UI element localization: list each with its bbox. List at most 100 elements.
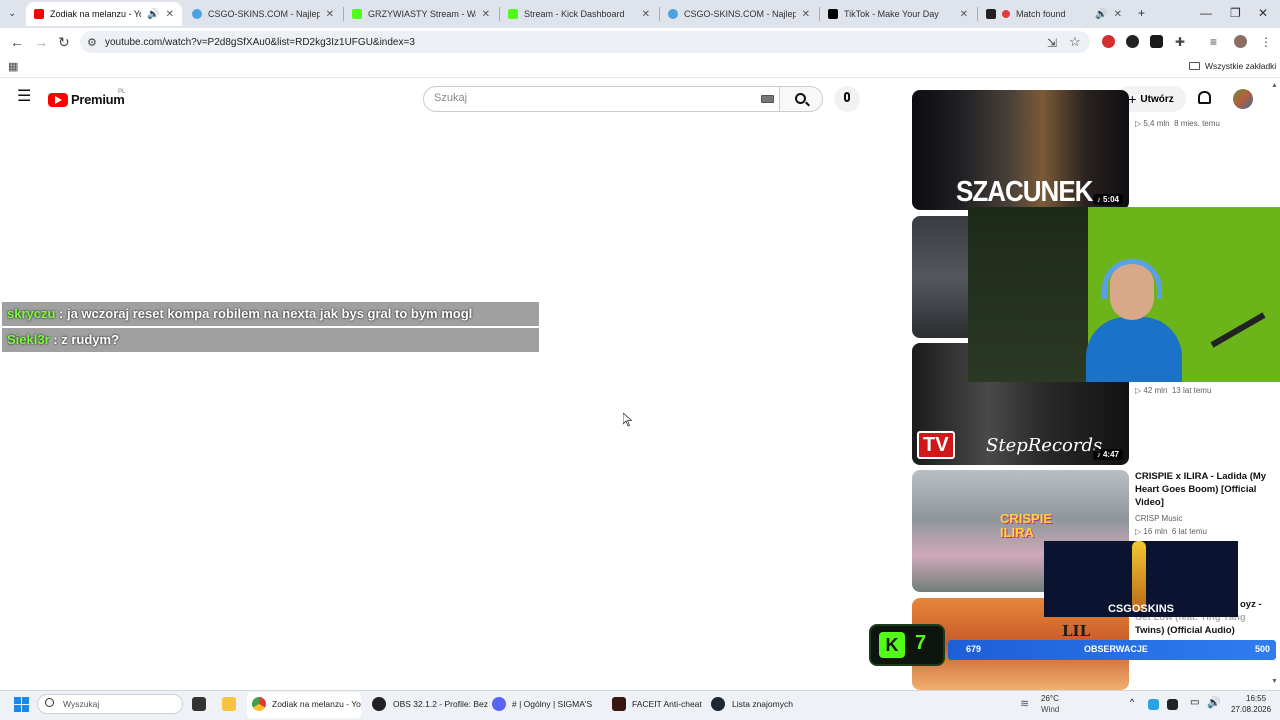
url-text[interactable]: youtube.com/watch?v=P2d8gSfXAu0&list=RD2… [105, 37, 415, 48]
video-thumbnail[interactable]: SZACUNEK ♪ 5:04 [912, 90, 1129, 210]
faceit-favicon-icon [986, 9, 996, 19]
goal-current: 679 [966, 644, 982, 654]
tab-youtube[interactable]: Zodiak na melanzu - YouTu 🔊 ✕ [26, 2, 182, 26]
create-label: Utwórz [1140, 93, 1174, 105]
video-meta: ▷ 16 mln 6 lat temu [1135, 527, 1207, 536]
taskbar-search-input[interactable]: Wyszukaj [63, 699, 99, 709]
clock-date[interactable]: 27.08.2026 [1231, 705, 1271, 714]
voice-search-button[interactable] [834, 86, 860, 112]
file-explorer-icon[interactable] [222, 697, 236, 711]
keyboard-icon[interactable] [761, 95, 774, 103]
video-title-fragment[interactable]: oyz - [1240, 598, 1262, 611]
video-meta: ▷ 42 mln 13 lat temu [1135, 386, 1212, 395]
tab-csgo-skins-1[interactable]: CSGO-SKINS.COM - Najlepsze ✕ [184, 2, 342, 26]
weather-desc[interactable]: Wind [1041, 705, 1059, 714]
close-tab-icon[interactable]: ✕ [642, 9, 650, 20]
speaker-icon[interactable]: 🔊 [147, 9, 159, 20]
tray-app-icon[interactable] [1148, 699, 1159, 710]
tray-app-icon[interactable] [1167, 699, 1178, 710]
thumb-caption: StepRecords [986, 435, 1103, 456]
discord-icon[interactable] [492, 697, 506, 711]
tab-kick-dashboard[interactable]: Stream - Kick Dashboard ✕ [500, 2, 658, 26]
all-bookmarks-label[interactable]: Wszystkie zakładki [1205, 61, 1276, 71]
video-title[interactable]: CRISPIE x ILIRA - Ladida (My Heart Goes … [1135, 470, 1275, 509]
webcam-overlay [968, 207, 1280, 382]
headphones-icon [1102, 259, 1162, 299]
new-tab-button[interactable]: + [1138, 6, 1145, 20]
taskbar-app-label[interactable]: FACEIT Anti-cheat [632, 699, 702, 709]
close-window-button[interactable]: ✕ [1258, 6, 1268, 20]
extension-red-icon[interactable] [1102, 35, 1115, 48]
video-duration: ♪ 4:47 [1092, 449, 1123, 460]
task-view-icon[interactable] [192, 697, 206, 711]
extension-dark-icon[interactable] [1126, 35, 1139, 48]
back-arrow-icon[interactable]: ← [10, 34, 24, 50]
bookmark-star-icon[interactable]: ☆ [1069, 34, 1081, 50]
youtube-logo[interactable]: Premium [48, 92, 125, 107]
hamburger-menu-icon[interactable]: ☰ [17, 89, 31, 105]
obs-icon[interactable] [372, 697, 386, 711]
kick-logo-icon: K [879, 632, 905, 658]
close-tab-icon[interactable]: ✕ [802, 9, 810, 20]
taskbar-app-label[interactable]: # | Ogólny | SIGMA'S [512, 699, 592, 709]
search-box[interactable] [423, 86, 780, 112]
close-tab-icon[interactable]: ✕ [166, 9, 174, 20]
clock-time[interactable]: 16:55 [1246, 694, 1266, 703]
video-channel[interactable]: CRISP Music [1135, 514, 1182, 523]
video-meta: ▷ 5,4 mln 8 mies. temu [1135, 119, 1220, 128]
channel-avatar[interactable] [1233, 89, 1253, 109]
speaker-icon[interactable]: 🔊 [1095, 9, 1107, 20]
search-input[interactable]: Szukaj [434, 92, 467, 104]
tab-tiktok[interactable]: TikTok - Make Your Day ✕ [820, 2, 976, 26]
plus-icon: + [1128, 91, 1137, 107]
all-bookmarks-folder-icon[interactable] [1189, 62, 1200, 70]
csgo-favicon-icon [668, 9, 678, 19]
taskbar-search-icon [45, 698, 54, 707]
maximize-button[interactable]: ❐ [1230, 6, 1241, 20]
tab-csgo-skins-2[interactable]: CSGO-SKINS.COM - Najlepsze ✕ [660, 2, 818, 26]
windows-start-icon[interactable] [14, 697, 29, 712]
tab-grzywiasty[interactable]: GRZYWIASTY Stream - Watch L ✕ [344, 2, 498, 26]
notifications-bell-icon[interactable] [1198, 91, 1211, 104]
taskbar-search-box[interactable] [37, 694, 183, 714]
region-code: PL [118, 89, 126, 95]
tab-title: GRZYWIASTY Stream - Watch L [368, 9, 476, 19]
csgo-skins-label: CSGOSKINS [1107, 603, 1174, 615]
csgo-favicon-icon [192, 9, 202, 19]
chat-message: Siekl3r : z rudym? [2, 328, 539, 352]
volume-icon[interactable]: 🔊 [1207, 696, 1221, 709]
record-dot-icon [1002, 10, 1010, 18]
close-tab-icon[interactable]: ✕ [960, 9, 968, 20]
faceit-icon[interactable] [612, 697, 626, 711]
reload-icon[interactable]: ↻ [58, 34, 70, 50]
site-info-icon[interactable]: ⚙ [87, 35, 97, 51]
video-title-line[interactable]: Twins) (Official Audio) [1135, 624, 1235, 637]
apps-grid-icon[interactable]: ▦ [8, 59, 18, 75]
tab-match-found[interactable]: Match found 🔊 ✕ [978, 2, 1130, 26]
page-scroll-up-icon[interactable]: ▲ [1271, 82, 1278, 89]
extensions-puzzle-icon[interactable]: ✚ [1175, 34, 1185, 50]
weather-temp[interactable]: 26°C [1041, 694, 1059, 703]
close-tab-icon[interactable]: ✕ [1114, 9, 1122, 20]
taskbar-app-label[interactable]: OBS 32.1.2 - Profile: Bez [393, 699, 488, 709]
tab-title: CSGO-SKINS.COM - Najlepsze [208, 9, 320, 19]
network-icon[interactable]: ▭ [1190, 697, 1199, 708]
extension-square-icon[interactable] [1150, 35, 1163, 48]
close-tab-icon[interactable]: ✕ [326, 9, 334, 20]
menu-dots-icon[interactable]: ⋮ [1260, 34, 1272, 50]
tab-search-chevron-icon[interactable]: ⌄ [8, 6, 16, 22]
tab-title: CSGO-SKINS.COM - Najlepsze [684, 9, 796, 19]
search-button[interactable] [780, 86, 823, 112]
microphone-arm [1210, 312, 1266, 348]
profile-avatar-icon[interactable] [1234, 35, 1247, 48]
close-tab-icon[interactable]: ✕ [482, 9, 490, 20]
media-control-icon[interactable]: ≡ [1210, 34, 1217, 50]
taskbar-app-label[interactable]: Lista znajomych [732, 699, 793, 709]
tray-overflow-icon[interactable]: ^ [1130, 697, 1134, 707]
tv-badge: TV [917, 431, 955, 459]
page-scroll-down-icon[interactable]: ▼ [1271, 678, 1278, 685]
install-icon[interactable]: ⇲ [1047, 35, 1057, 51]
forward-arrow-icon[interactable]: → [34, 34, 48, 50]
steam-icon[interactable] [711, 697, 725, 711]
minimize-button[interactable]: — [1200, 6, 1212, 20]
